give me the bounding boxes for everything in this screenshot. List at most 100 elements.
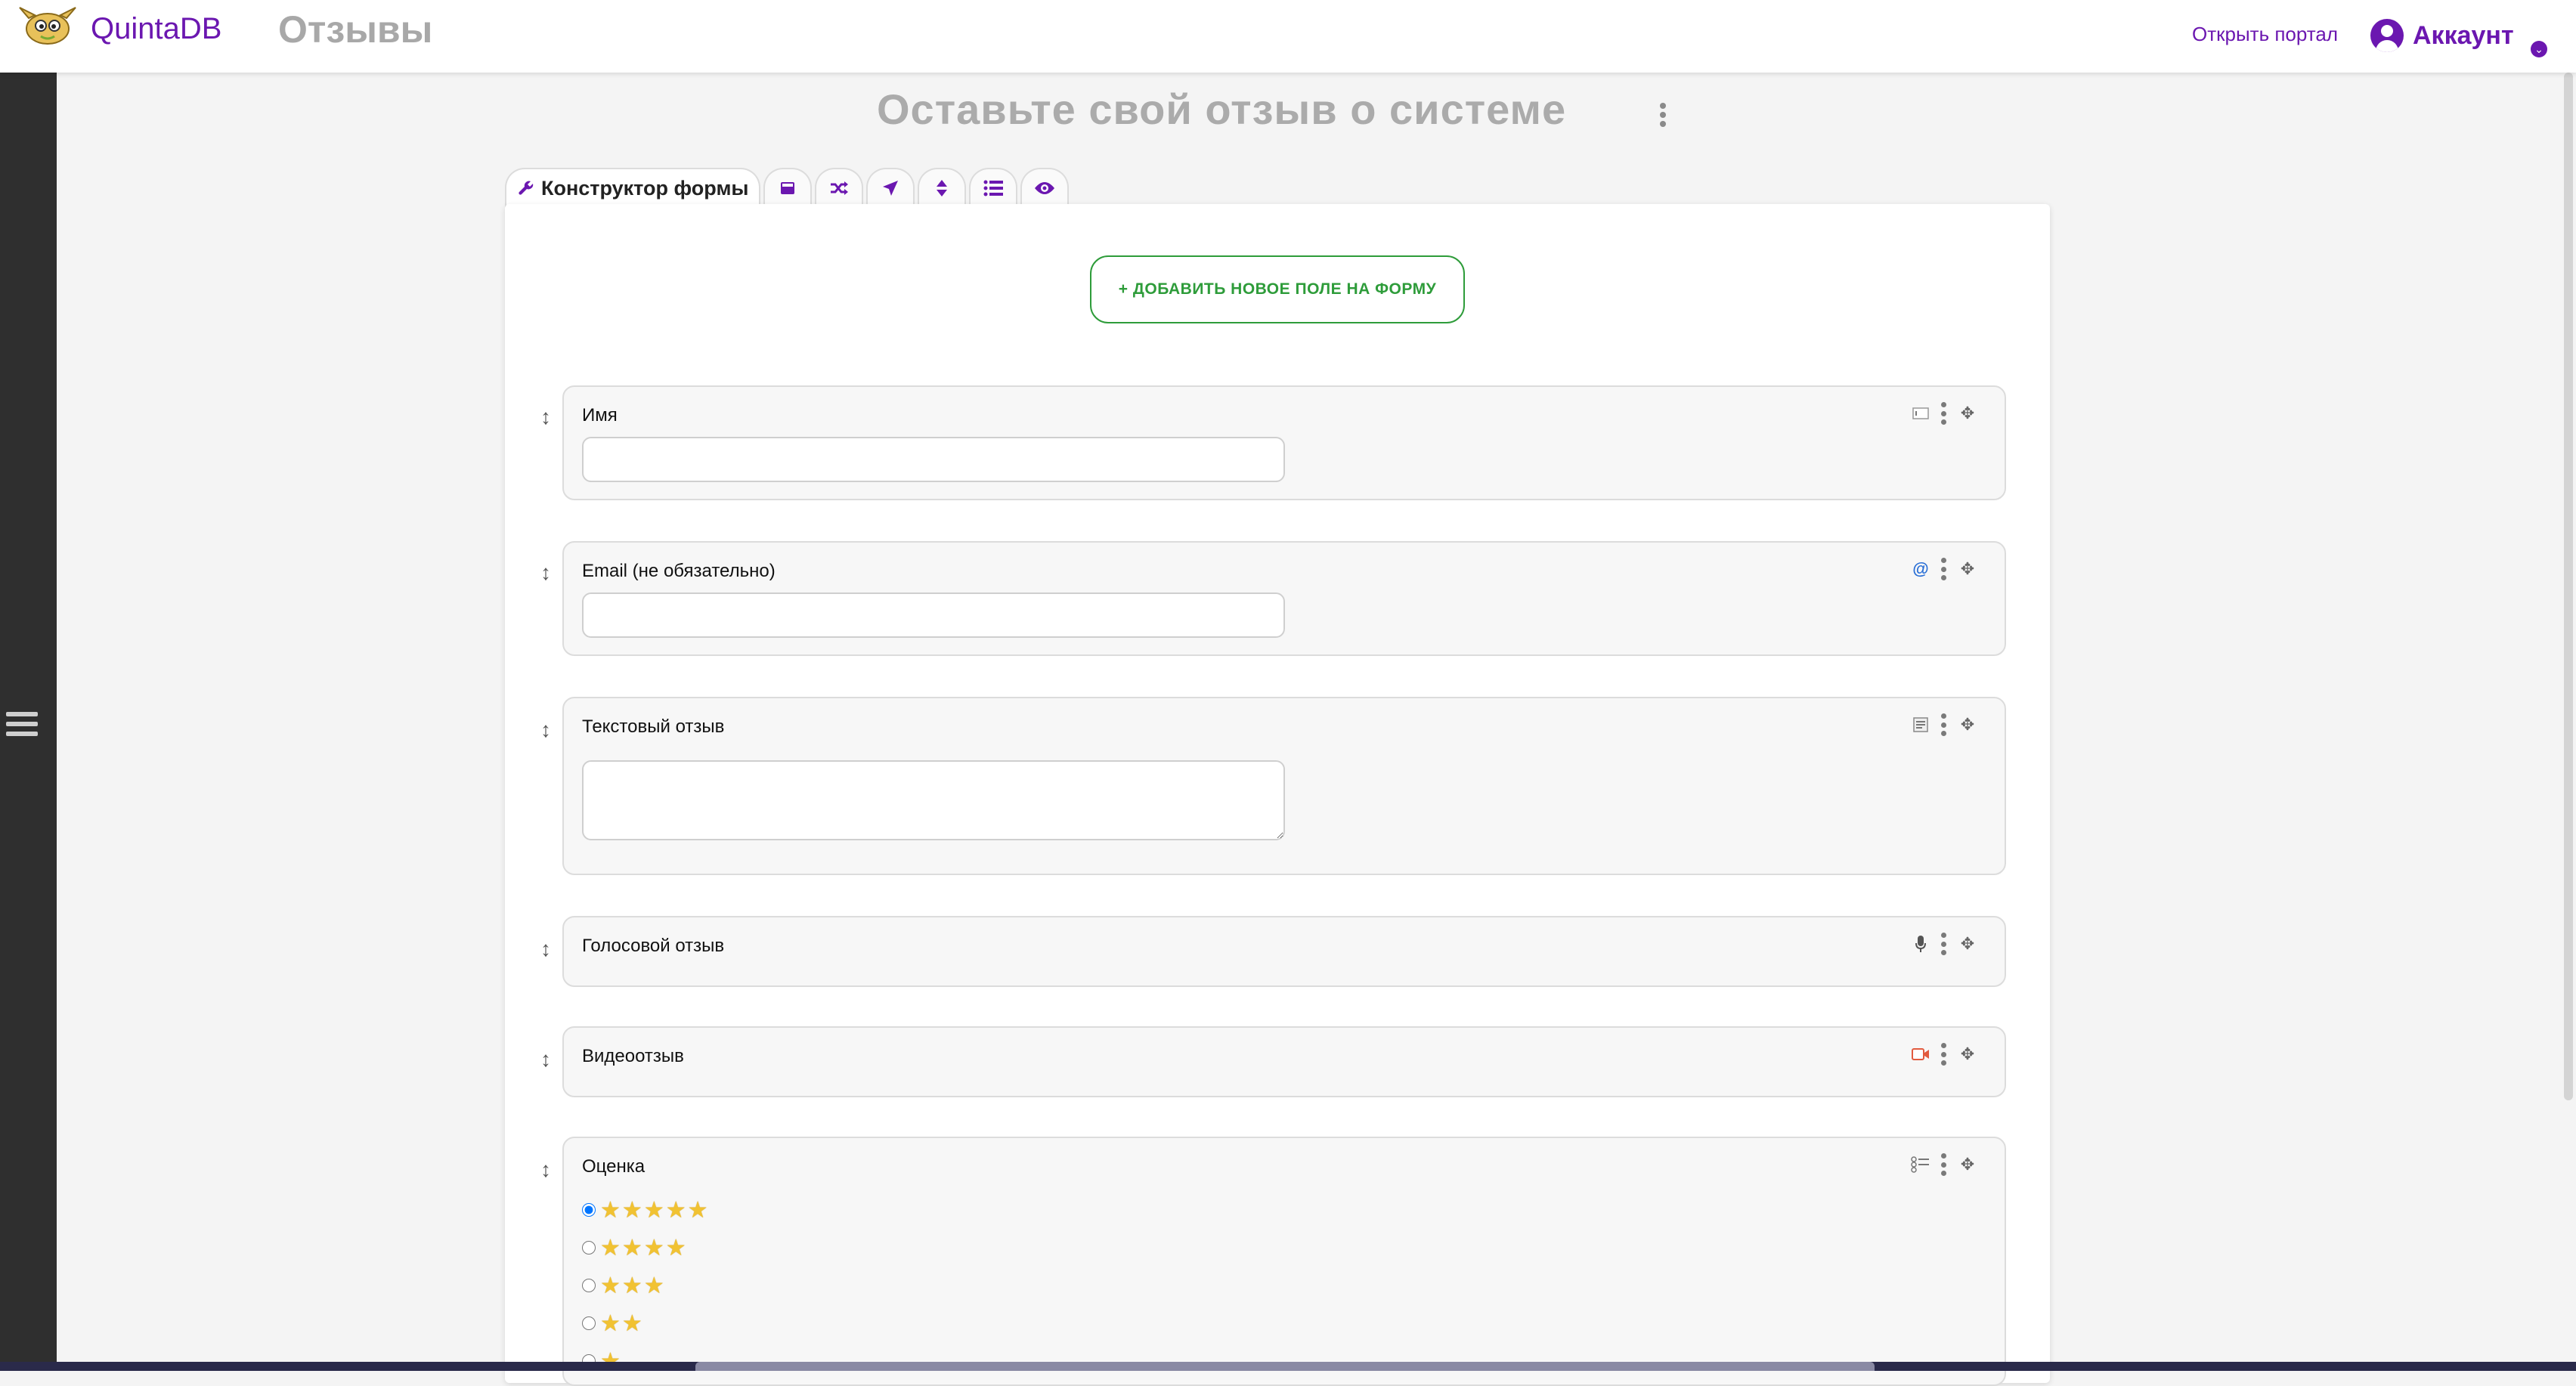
field-options-icon[interactable] [1941, 713, 1947, 736]
brand-name[interactable]: QuintaDB [91, 12, 221, 46]
calculator-icon [781, 182, 795, 194]
sort-icon [937, 180, 948, 196]
page-title: Отзывы [278, 8, 433, 51]
rating-option[interactable]: ★ ★ ★ ★ [582, 1229, 710, 1267]
account-menu[interactable]: Аккаунт [2370, 17, 2514, 54]
field-toolbar: ✥ [1911, 713, 1977, 736]
rating-option[interactable]: ★ [582, 1342, 710, 1380]
tab-calculator[interactable] [763, 168, 813, 207]
list-icon [983, 180, 1004, 196]
textarea-icon [1911, 715, 1930, 735]
rating-option[interactable]: ★ ★ ★ [582, 1267, 710, 1304]
star-icon: ★ [643, 1273, 664, 1298]
star-icon: ★ [621, 1273, 642, 1298]
rating-radio[interactable] [582, 1241, 596, 1255]
move-icon[interactable]: ✥ [1958, 1155, 1977, 1174]
move-icon[interactable]: ✥ [1958, 934, 1977, 954]
field-toolbar: ✥ [1911, 1043, 1977, 1066]
form-field-name: Имя ✥ [562, 385, 2006, 500]
field-toolbar: ✥ [1911, 933, 1977, 955]
star-icon: ★ [600, 1273, 621, 1298]
rating-radio[interactable] [582, 1279, 596, 1292]
microphone-icon [1911, 934, 1930, 954]
form-tabs: Конструктор формы [505, 168, 1070, 207]
tab-form-builder-label: Конструктор формы [541, 176, 749, 200]
field-toolbar: @ ✥ [1911, 558, 1977, 580]
add-new-field-button[interactable]: + ДОБАВИТЬ НОВОЕ ПОЛЕ НА ФОРМУ [1090, 255, 1465, 323]
tab-sort[interactable] [918, 168, 967, 207]
radio-list-icon [1911, 1155, 1930, 1174]
field-options-icon[interactable] [1941, 1043, 1947, 1066]
vertical-drag-handle-icon[interactable]: ↕ [538, 1158, 553, 1182]
star-icon: ★ [621, 1197, 642, 1223]
field-label: Email (не обязательно) [582, 561, 776, 581]
open-portal-link[interactable]: Открыть портал [2192, 23, 2338, 46]
shuffle-icon [831, 181, 849, 195]
vertical-drag-handle-icon[interactable]: ↕ [538, 405, 553, 429]
field-label: Видеоотзыв [582, 1046, 684, 1066]
tab-preview[interactable] [1020, 168, 1070, 207]
text-review-textarea[interactable] [582, 760, 1285, 840]
hamburger-menu-icon[interactable] [6, 712, 38, 742]
eye-icon [1035, 182, 1055, 194]
star-icon: ★ [621, 1235, 642, 1261]
rating-radio[interactable] [582, 1203, 596, 1217]
star-icon: ★ [600, 1310, 621, 1336]
move-icon[interactable]: ✥ [1958, 404, 1977, 423]
move-icon[interactable]: ✥ [1958, 559, 1977, 579]
vertical-drag-handle-icon[interactable]: ↕ [538, 561, 553, 585]
name-input[interactable] [582, 437, 1285, 482]
star-icon: ★ [643, 1197, 664, 1223]
tab-shuffle[interactable] [815, 168, 864, 207]
form-field-rating: Оценка ★ ★ ★ ★ ★ ★ ★ ★ ★ ★ ★ ★ ★ ★ ★ ✥ [562, 1137, 2006, 1386]
vertical-scrollbar[interactable] [2564, 73, 2573, 1100]
move-icon[interactable]: ✥ [1958, 1044, 1977, 1064]
paper-plane-icon [883, 181, 899, 196]
text-field-icon [1911, 404, 1930, 423]
sidebar [0, 73, 57, 1371]
account-label: Аккаунт [2413, 20, 2514, 50]
field-label: Текстовый отзыв [582, 716, 725, 737]
move-icon[interactable]: ✥ [1958, 715, 1977, 735]
os-dock-strip [0, 1362, 2576, 1371]
at-sign-icon: @ [1912, 559, 1929, 578]
wrench-icon [519, 181, 534, 195]
rating-option[interactable]: ★ ★ [582, 1304, 710, 1342]
video-camera-icon [1911, 1044, 1930, 1064]
star-icon: ★ [665, 1197, 686, 1223]
star-icon: ★ [687, 1197, 708, 1223]
field-options-icon[interactable] [1941, 402, 1947, 425]
field-toolbar: ✥ [1911, 1153, 1977, 1176]
field-toolbar: ✥ [1911, 402, 1977, 425]
user-avatar-icon [2370, 19, 2404, 52]
rating-options: ★ ★ ★ ★ ★ ★ ★ ★ ★ ★ ★ ★ ★ ★ ★ [582, 1191, 710, 1380]
vertical-drag-handle-icon[interactable]: ↕ [538, 1047, 553, 1072]
kebab-menu-icon[interactable] [1660, 103, 1667, 128]
logo[interactable] [14, 3, 82, 48]
top-bar: QuintaDB Отзывы Открыть портал Аккаунт ⌄ [0, 0, 2576, 73]
form-field-voice-review: Голосовой отзыв ✥ [562, 916, 2006, 987]
star-icon: ★ [643, 1235, 664, 1261]
vertical-drag-handle-icon[interactable]: ↕ [538, 937, 553, 961]
rating-option[interactable]: ★ ★ ★ ★ ★ [582, 1191, 710, 1229]
field-options-icon[interactable] [1941, 933, 1947, 955]
field-options-icon[interactable] [1941, 558, 1947, 580]
star-icon: ★ [665, 1235, 686, 1261]
chevron-down-icon[interactable]: ⌄ [2531, 41, 2547, 57]
field-label: Голосовой отзыв [582, 936, 725, 956]
rating-radio[interactable] [582, 1316, 596, 1330]
form-heading: Оставьте свой отзыв о системе [877, 85, 1567, 133]
email-input[interactable] [582, 592, 1285, 638]
field-label: Имя [582, 405, 618, 425]
vertical-drag-handle-icon[interactable]: ↕ [538, 718, 553, 742]
star-icon: ★ [621, 1310, 642, 1336]
field-options-icon[interactable] [1941, 1153, 1947, 1176]
dock [695, 1362, 1875, 1371]
star-icon: ★ [600, 1197, 621, 1223]
form-field-text-review: Текстовый отзыв ✥ [562, 697, 2006, 875]
tab-list[interactable] [969, 168, 1018, 207]
star-icon: ★ [600, 1235, 621, 1261]
tab-form-builder[interactable]: Конструктор формы [505, 168, 761, 207]
form-field-video-review: Видеоотзыв ✥ [562, 1026, 2006, 1097]
tab-send[interactable] [866, 168, 915, 207]
